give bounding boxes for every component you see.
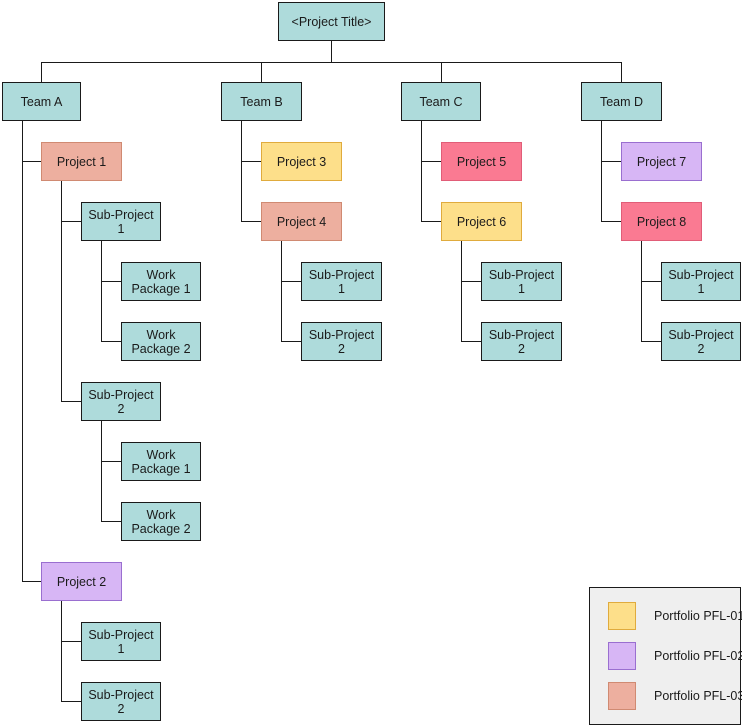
connector-line [641, 241, 642, 342]
legend-swatch-salmon [608, 682, 636, 710]
connector-line [461, 281, 481, 282]
connector-line [241, 161, 261, 162]
legend-label: Portfolio PFL-01 [654, 609, 742, 623]
connector-line [22, 581, 41, 582]
node-p1s2w1[interactable]: Work Package 1 [121, 442, 201, 481]
legend-swatch-yellow [608, 602, 636, 630]
node-teamC[interactable]: Team C [401, 82, 481, 121]
connector-line [22, 161, 41, 162]
connector-line [61, 401, 81, 402]
node-p7[interactable]: Project 7 [621, 142, 702, 181]
connector-line [601, 221, 621, 222]
node-teamD[interactable]: Team D [581, 82, 662, 121]
legend-label: Portfolio PFL-03 [654, 689, 742, 703]
node-p8s1[interactable]: Sub-Project 1 [661, 262, 741, 301]
connector-line [281, 241, 282, 342]
connector-line [601, 161, 621, 162]
connector-line [601, 121, 602, 222]
connector-line [421, 121, 422, 222]
connector-line [101, 341, 121, 342]
connector-line [61, 701, 81, 702]
legend-swatch-purple [608, 642, 636, 670]
legend-item-3: Portfolio PFL-03 [608, 682, 742, 710]
connector-line [61, 181, 62, 402]
connector-line [241, 121, 242, 222]
node-p2s2[interactable]: Sub-Project 2 [81, 682, 161, 721]
connector-line [421, 221, 441, 222]
node-p1[interactable]: Project 1 [41, 142, 122, 181]
connector-line [621, 62, 622, 82]
node-p1s1w2[interactable]: Work Package 2 [121, 322, 201, 361]
node-p2[interactable]: Project 2 [41, 562, 122, 601]
node-p1s1[interactable]: Sub-Project 1 [81, 202, 161, 241]
connector-line [61, 601, 62, 702]
connector-line [441, 62, 442, 82]
node-p3[interactable]: Project 3 [261, 142, 342, 181]
node-p4s2[interactable]: Sub-Project 2 [301, 322, 382, 361]
connector-line [101, 461, 121, 462]
node-p8s2[interactable]: Sub-Project 2 [661, 322, 741, 361]
node-root[interactable]: <Project Title> [278, 2, 385, 41]
node-p6[interactable]: Project 6 [441, 202, 522, 241]
connector-line [461, 241, 462, 342]
connector-line [261, 62, 262, 82]
connector-line [641, 341, 661, 342]
node-p8[interactable]: Project 8 [621, 202, 702, 241]
connector-line [101, 521, 121, 522]
legend-item-2: Portfolio PFL-02 [608, 642, 742, 670]
connector-line [41, 62, 622, 63]
connector-line [241, 221, 261, 222]
legend-label: Portfolio PFL-02 [654, 649, 742, 663]
connector-line [41, 62, 42, 82]
connector-line [101, 241, 102, 342]
wbs-diagram-canvas: <Project Title> Team A Team B Team C Team D P… [0, 0, 742, 726]
legend-item-1: Portfolio PFL-01 [608, 602, 742, 630]
legend-panel: Portfolio PFL-01 Portfolio PFL-02 Portfoli… [589, 587, 742, 725]
node-teamA[interactable]: Team A [2, 82, 81, 121]
connector-line [101, 281, 121, 282]
node-p2s1[interactable]: Sub-Project 1 [81, 622, 161, 661]
connector-line [461, 341, 481, 342]
node-p6s1[interactable]: Sub-Project 1 [481, 262, 562, 301]
node-teamB[interactable]: Team B [221, 82, 302, 121]
connector-line [281, 341, 301, 342]
connector-line [22, 121, 23, 582]
node-p4[interactable]: Project 4 [261, 202, 342, 241]
connector-line [101, 421, 102, 522]
node-p1s2[interactable]: Sub-Project 2 [81, 382, 161, 421]
connector-line [61, 641, 81, 642]
connector-line [421, 161, 441, 162]
connector-line [281, 281, 301, 282]
connector-line [331, 41, 332, 62]
node-p1s1w1[interactable]: Work Package 1 [121, 262, 201, 301]
node-p6s2[interactable]: Sub-Project 2 [481, 322, 562, 361]
node-p1s2w2[interactable]: Work Package 2 [121, 502, 201, 541]
connector-line [641, 281, 661, 282]
connector-line [61, 221, 81, 222]
node-p5[interactable]: Project 5 [441, 142, 522, 181]
node-p4s1[interactable]: Sub-Project 1 [301, 262, 382, 301]
